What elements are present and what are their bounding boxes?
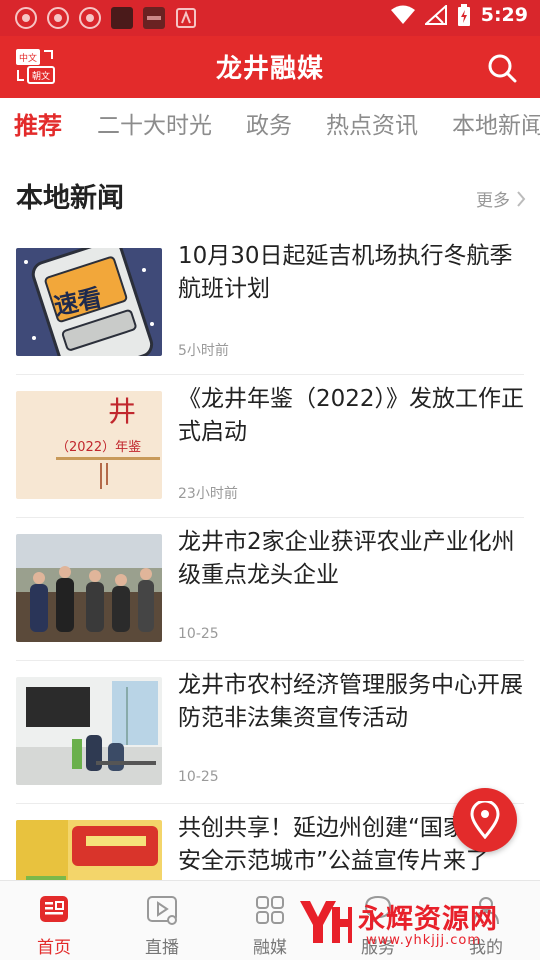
news-thumbnail <box>16 677 162 785</box>
news-title: 《龙井年鉴（2022）》发放工作正式启动 <box>178 386 525 445</box>
chrome-notification-icon <box>15 7 37 29</box>
grid-icon <box>256 896 284 924</box>
news-item[interactable]: 速看 10月30日起延吉机场执行冬航季航班计划 5小时前 <box>16 232 524 375</box>
chevron-right-icon <box>517 190 526 207</box>
app-notification-icon <box>143 7 165 29</box>
category-tabs: 推荐 二十大时光 政务 热点资讯 本地新闻 <box>0 98 540 148</box>
news-title: 10月30日起延吉机场执行冬航季航班计划 <box>178 243 513 302</box>
chrome-notification-icon <box>47 7 69 29</box>
tab-government[interactable]: 政务 <box>246 106 292 140</box>
section-title: 本地新闻 <box>16 183 124 214</box>
tab-hot-news[interactable]: 热点资讯 <box>326 106 418 140</box>
news-thumbnail <box>16 534 162 642</box>
no-signal-icon <box>424 5 447 25</box>
nav-label: 融媒 <box>253 938 287 958</box>
nav-home[interactable]: 首页 <box>19 893 89 958</box>
news-title: 龙井市2家企业获评农业产业化州级重点龙头企业 <box>178 529 515 588</box>
nav-media[interactable]: 融媒 <box>235 893 305 958</box>
app-title: 龙井融媒 <box>215 54 324 84</box>
news-item[interactable]: 龙井市2家企业获评农业产业化州级重点龙头企业 10-25 <box>16 518 524 661</box>
tab-twentieth-congress[interactable]: 二十大时光 <box>97 106 212 140</box>
news-item[interactable]: 井 （2022）年鉴 《龙井年鉴（2022）》发放工作正式启动 23小时前 <box>16 375 524 518</box>
thumb-caption: （2022）年鉴 <box>56 440 141 455</box>
news-thumbnail: 速看 <box>16 248 162 356</box>
section-header: 本地新闻 更多 <box>0 166 540 226</box>
news-time: 5小时前 <box>178 343 229 359</box>
location-pin-icon <box>470 801 500 839</box>
watermark-url: www.yhkjjj.com <box>366 933 482 948</box>
battery-icon <box>457 4 470 26</box>
nav-label: 首页 <box>37 938 71 958</box>
search-icon[interactable] <box>486 52 518 84</box>
wifi-icon <box>390 5 415 24</box>
more-link[interactable]: 更多 <box>476 186 526 211</box>
watermark-logo <box>300 901 352 943</box>
location-button[interactable] <box>453 788 517 852</box>
more-label: 更多 <box>476 191 510 211</box>
watermark: 永辉资源网 www.yhkjjj.com <box>296 893 526 953</box>
system-indicators: 5:29 <box>390 4 528 26</box>
chrome-notification-icon <box>79 7 101 29</box>
status-bar: 5:29 <box>0 0 540 36</box>
notification-icons <box>14 6 198 30</box>
nav-label: 直播 <box>145 938 179 958</box>
news-time: 23小时前 <box>178 486 238 502</box>
svg-text:井: 井 <box>108 395 136 428</box>
app-bar: 中文 朝文 龙井融媒 <box>0 36 540 98</box>
live-video-icon <box>147 896 177 925</box>
tab-recommended[interactable]: 推荐 <box>14 106 62 141</box>
news-title: 龙井市农村经济管理服务中心开展防范非法集资宣传活动 <box>178 672 523 731</box>
news-time: 10-25 <box>178 626 219 642</box>
clock: 5:29 <box>480 4 528 26</box>
news-item[interactable]: 龙井市农村经济管理服务中心开展防范非法集资宣传活动 10-25 <box>16 661 524 804</box>
app-notification-icon <box>111 7 133 29</box>
app-notification-icon <box>176 8 196 28</box>
tab-local-news[interactable]: 本地新闻 <box>452 106 540 140</box>
nav-live[interactable]: 直播 <box>127 893 197 958</box>
watermark-title: 永辉资源网 <box>358 904 498 935</box>
news-home-icon <box>40 896 68 922</box>
news-time: 10-25 <box>178 769 219 785</box>
news-thumbnail: 井 （2022）年鉴 <box>16 391 162 499</box>
